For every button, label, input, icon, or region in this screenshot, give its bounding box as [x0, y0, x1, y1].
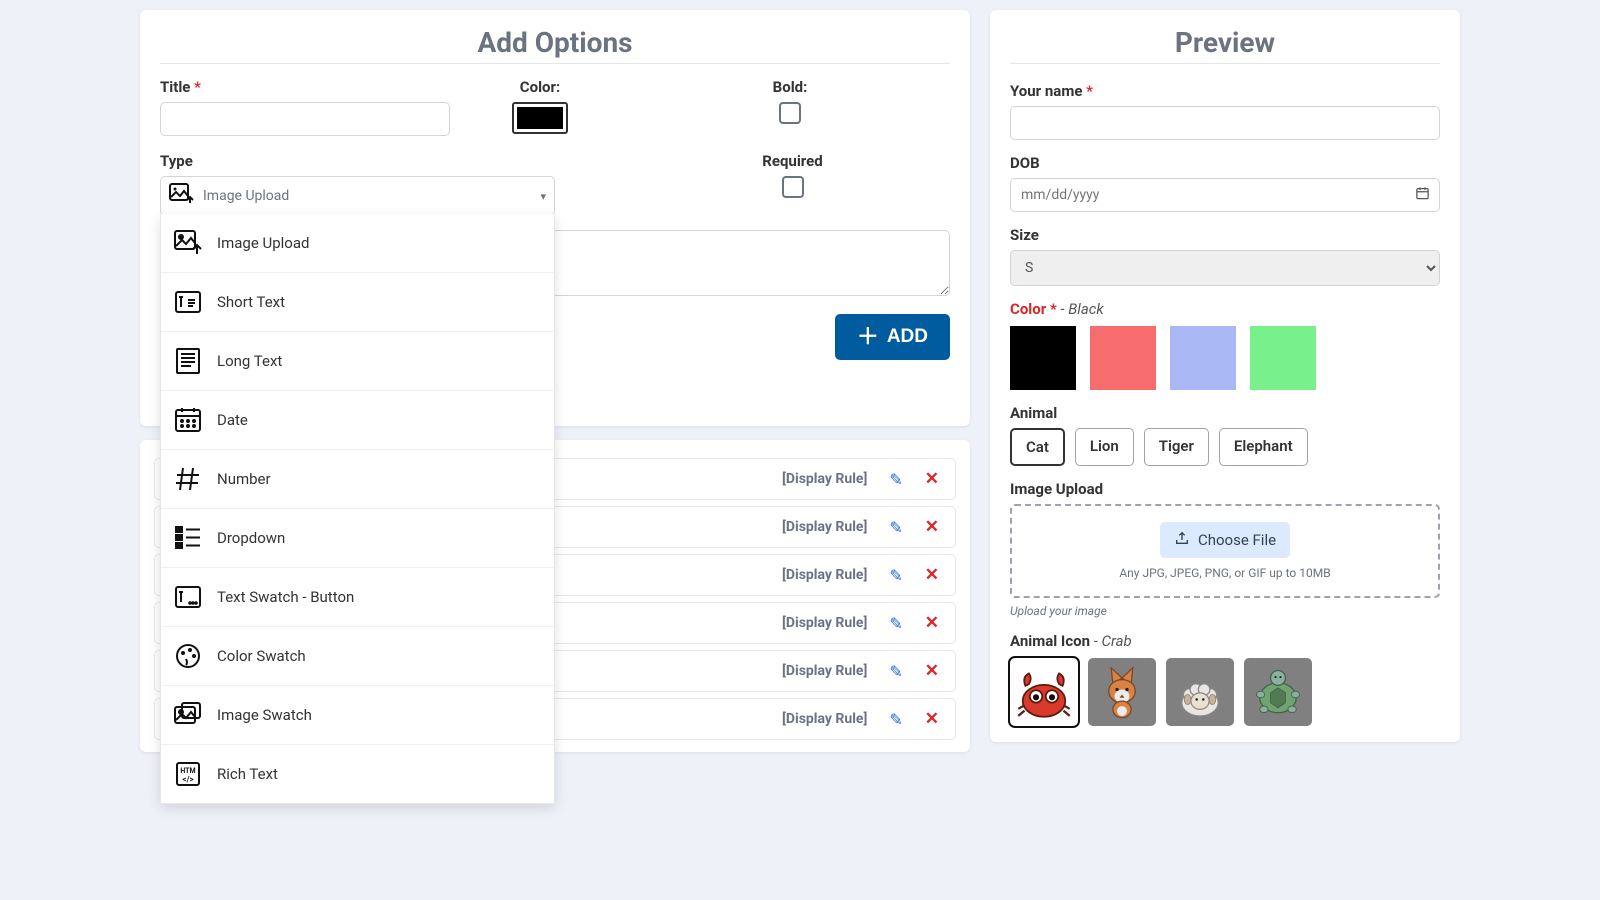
animal-option-cat[interactable]: Cat	[1010, 428, 1065, 466]
color-swatch-green[interactable]	[1250, 326, 1316, 390]
dob-label: DOB	[1010, 154, 1440, 172]
display-rule-button[interactable]: [Display Rule]	[782, 519, 867, 535]
svg-text:</>: </>	[182, 775, 193, 784]
type-option-image-swatch[interactable]: Image Swatch	[161, 686, 554, 745]
color-swatch-blue[interactable]	[1170, 326, 1236, 390]
required-checkbox[interactable]	[782, 176, 804, 198]
rich-text-icon: HTM</>	[171, 757, 205, 791]
size-label: Size	[1010, 226, 1440, 244]
preview-panel: Preview Your name * DOB Size S Col	[990, 10, 1460, 742]
number-icon	[171, 462, 205, 496]
color-swatch-red[interactable]	[1090, 326, 1156, 390]
delete-icon[interactable]: ✕	[925, 469, 939, 489]
long-text-icon	[171, 344, 205, 378]
upload-dropzone[interactable]: Choose File Any JPG, JPEG, PNG, or GIF u…	[1010, 504, 1440, 598]
edit-icon[interactable]: ✎	[889, 614, 902, 633]
display-rule-button[interactable]: [Display Rule]	[782, 471, 867, 487]
type-option-long-text[interactable]: Long Text	[161, 332, 554, 391]
type-label: Type	[160, 152, 555, 170]
animal-option-tiger[interactable]: Tiger	[1144, 428, 1209, 466]
upload-label: Image Upload	[1010, 480, 1440, 498]
delete-icon[interactable]: ✕	[925, 709, 939, 729]
animal-option-elephant[interactable]: Elephant	[1219, 428, 1308, 466]
add-options-heading: Add Options	[160, 26, 950, 64]
display-rule-button[interactable]: [Display Rule]	[782, 663, 867, 679]
color-swatch-label: Color * - Black	[1010, 300, 1440, 318]
type-option-date[interactable]: Date	[161, 391, 554, 450]
date-icon	[171, 403, 205, 437]
animal-icon-label: Animal Icon - Crab	[1010, 632, 1440, 650]
img-swatch-sheep[interactable]	[1166, 658, 1234, 726]
dropdown-icon	[171, 521, 205, 555]
display-rule-button[interactable]: [Display Rule]	[782, 711, 867, 727]
edit-icon[interactable]: ✎	[889, 566, 902, 585]
type-option-short-text[interactable]: Short Text	[161, 273, 554, 332]
type-option-color-swatch[interactable]: Color Swatch	[161, 627, 554, 686]
delete-icon[interactable]: ✕	[925, 565, 939, 585]
delete-icon[interactable]: ✕	[925, 613, 939, 633]
plus-icon: ＋	[857, 326, 879, 348]
img-swatch-turtle[interactable]	[1244, 658, 1312, 726]
color-swatch-icon	[171, 639, 205, 673]
title-input[interactable]	[160, 102, 450, 136]
image-upload-icon	[169, 183, 195, 209]
animal-option-lion[interactable]: Lion	[1075, 428, 1134, 466]
svg-text:HTM: HTM	[180, 767, 195, 775]
type-option-dropdown[interactable]: Dropdown	[161, 509, 554, 568]
short-text-icon	[171, 285, 205, 319]
edit-icon[interactable]: ✎	[889, 710, 902, 729]
color-swatch-black[interactable]	[1010, 326, 1076, 390]
title-label: Title *	[160, 78, 450, 96]
preview-heading: Preview	[1010, 26, 1440, 64]
display-rule-button[interactable]: [Display Rule]	[782, 567, 867, 583]
delete-icon[interactable]: ✕	[925, 661, 939, 681]
upload-icon	[1174, 530, 1190, 550]
required-label: Required	[635, 152, 950, 170]
img-swatch-crab[interactable]	[1010, 658, 1078, 726]
color-picker[interactable]	[512, 102, 568, 134]
bold-label: Bold:	[630, 78, 950, 96]
upload-sub: Upload your image	[1010, 604, 1440, 618]
calendar-icon[interactable]	[1415, 186, 1430, 205]
edit-icon[interactable]: ✎	[889, 470, 902, 489]
edit-icon[interactable]: ✎	[889, 662, 902, 681]
animal-label: Animal	[1010, 404, 1440, 422]
choose-file-button[interactable]: Choose File	[1160, 522, 1290, 558]
edit-icon[interactable]: ✎	[889, 518, 902, 537]
name-label: Your name *	[1010, 82, 1440, 100]
image-swatch-icon	[171, 698, 205, 732]
name-input[interactable]	[1010, 106, 1440, 140]
add-button[interactable]: ＋ADD	[835, 314, 950, 360]
type-select[interactable]: Image Upload ▾	[160, 176, 555, 216]
text-swatch-icon	[171, 580, 205, 614]
type-option-number[interactable]: Number	[161, 450, 554, 509]
type-dropdown: Image Upload Short Text Long Text	[160, 214, 555, 804]
bold-checkbox[interactable]	[779, 102, 801, 124]
size-select[interactable]: S	[1010, 250, 1440, 286]
chevron-down-icon: ▾	[540, 190, 546, 203]
upload-hint: Any JPG, JPEG, PNG, or GIF up to 10MB	[1028, 566, 1422, 580]
display-rule-button[interactable]: [Display Rule]	[782, 615, 867, 631]
image-upload-icon	[171, 226, 205, 260]
type-option-text-swatch[interactable]: Text Swatch - Button	[161, 568, 554, 627]
type-option-image-upload[interactable]: Image Upload	[161, 214, 554, 273]
img-swatch-fox[interactable]	[1088, 658, 1156, 726]
dob-input[interactable]	[1010, 178, 1440, 212]
add-options-panel: Add Options Title * Color: Bold: Type	[140, 10, 970, 426]
color-label: Color:	[470, 78, 610, 96]
type-option-rich-text[interactable]: HTM</> Rich Text	[161, 745, 554, 803]
delete-icon[interactable]: ✕	[925, 517, 939, 537]
